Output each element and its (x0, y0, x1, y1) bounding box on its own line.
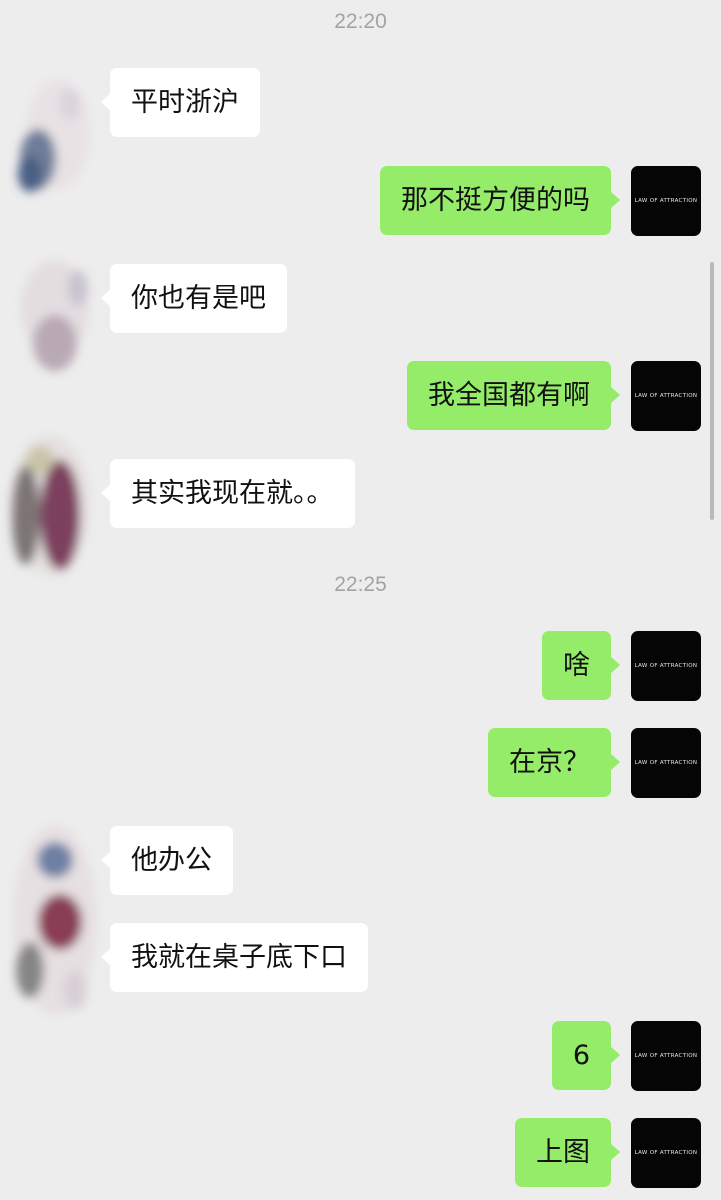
my-avatar[interactable]: LAW OF ATTRACTION (631, 361, 701, 431)
timestamp: 22:25 (334, 573, 387, 596)
message-bubble-self[interactable]: 那不挺方便的吗 (380, 166, 620, 235)
my-avatar[interactable]: LAW OF ATTRACTION (631, 1118, 701, 1188)
peer-avatar[interactable] (0, 810, 110, 1040)
scrollbar[interactable] (710, 262, 714, 520)
my-avatar[interactable]: LAW OF ATTRACTION (631, 1021, 701, 1091)
message-bubble-self[interactable]: 6 (551, 1021, 621, 1090)
message-bubble-self[interactable]: 上图 (515, 1118, 620, 1187)
message-bubble-self[interactable]: 在京？ (488, 728, 620, 797)
my-avatar[interactable]: LAW OF ATTRACTION (631, 631, 701, 701)
avatar-caption: LAW OF ATTRACTION (634, 393, 698, 399)
message-bubble-peer[interactable]: 他办公 (101, 826, 233, 895)
message-bubble-self[interactable]: 我全国都有啊 (407, 361, 620, 430)
avatar-caption: LAW OF ATTRACTION (634, 663, 698, 669)
timestamp: 22:20 (334, 10, 387, 33)
message-bubble-peer[interactable]: 我就在桌子底下口 (101, 923, 368, 992)
my-avatar[interactable]: LAW OF ATTRACTION (631, 728, 701, 798)
peer-avatar[interactable] (0, 64, 110, 204)
message-bubble-peer[interactable]: 你也有是吧 (101, 264, 287, 333)
avatar-caption: LAW OF ATTRACTION (634, 760, 698, 766)
peer-avatar[interactable] (0, 248, 110, 383)
message-bubble-self[interactable]: 啥 (542, 631, 620, 700)
avatar-caption: LAW OF ATTRACTION (634, 1053, 698, 1059)
peer-avatar[interactable] (0, 420, 110, 595)
avatar-caption: LAW OF ATTRACTION (634, 198, 698, 204)
my-avatar[interactable]: LAW OF ATTRACTION (631, 166, 701, 236)
message-bubble-peer[interactable]: 平时浙沪 (101, 68, 260, 137)
avatar-caption: LAW OF ATTRACTION (634, 1150, 698, 1156)
chat-area[interactable]: 22:20 平时浙沪 那不挺方便的吗 LAW OF ATTRACTION 你也有… (0, 0, 721, 1200)
message-bubble-peer[interactable]: 其实我现在就。。 (101, 459, 355, 528)
